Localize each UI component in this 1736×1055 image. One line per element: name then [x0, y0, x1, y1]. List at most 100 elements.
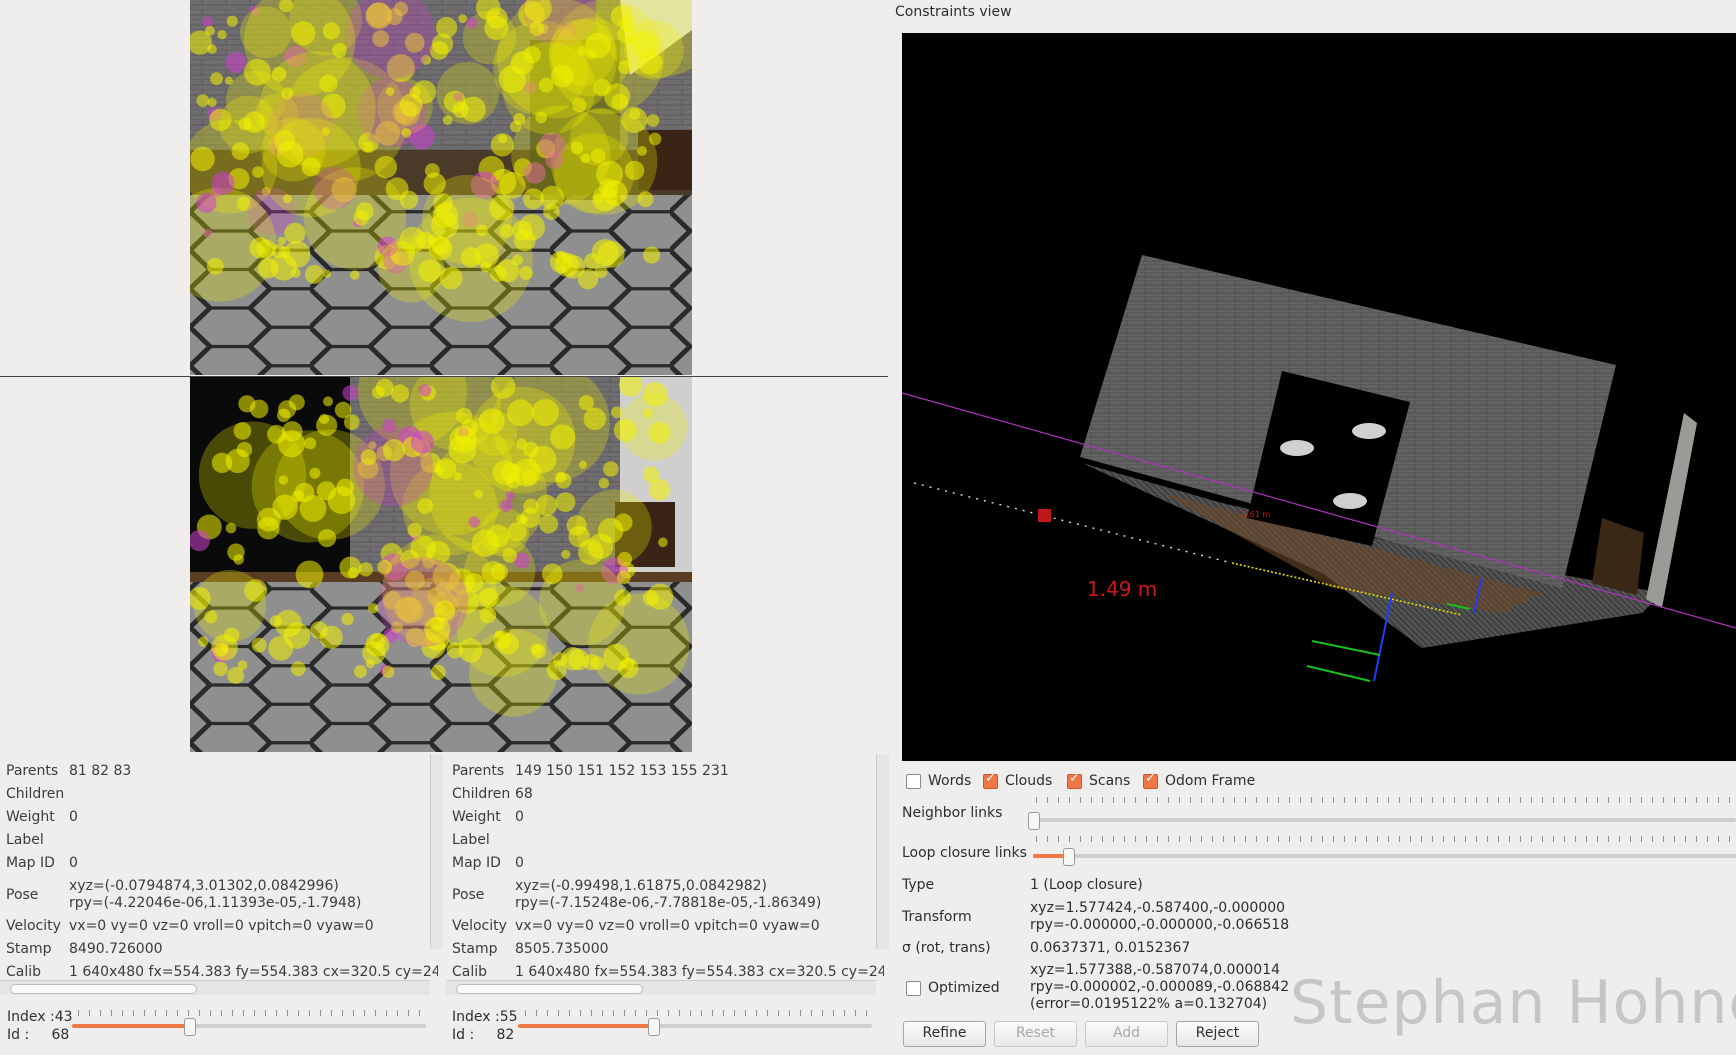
children-label: Children: [452, 786, 511, 802]
feature-marker: [446, 642, 463, 659]
odom-frame-checkbox[interactable]: Odom Frame: [1143, 771, 1255, 789]
feature-marker: [290, 661, 306, 677]
scroll-thumb[interactable]: [456, 984, 643, 994]
feature-marker: [658, 537, 668, 548]
feature-marker: [225, 51, 247, 73]
scroll-thumb[interactable]: [10, 984, 197, 994]
feature-marker: [512, 254, 523, 266]
feature-marker: [578, 460, 588, 469]
slider-handle[interactable]: [1063, 848, 1076, 866]
feature-marker: [617, 551, 633, 567]
index-caption: Index :: [452, 1009, 500, 1025]
refine-button[interactable]: Refine: [903, 1021, 986, 1047]
feature-marker: [555, 492, 576, 512]
feature-marker: [347, 567, 359, 579]
feature-marker: [382, 665, 395, 678]
index-slider-left[interactable]: [72, 1018, 426, 1036]
index-label-right: Index :55: [452, 1009, 518, 1025]
words-checkbox[interactable]: Words: [906, 773, 971, 789]
index-slider-right[interactable]: [518, 1018, 872, 1036]
feature-marker: [460, 96, 486, 123]
feature-marker: [290, 21, 316, 46]
neighbor-links-slider[interactable]: [1028, 812, 1736, 830]
scans-checkbox[interactable]: Scans: [1067, 771, 1131, 789]
slider-handle[interactable]: [1028, 812, 1040, 830]
mapid-value: 0: [515, 855, 524, 871]
checkbox-box[interactable]: [1143, 771, 1158, 789]
add-button[interactable]: Add: [1085, 1021, 1168, 1047]
feature-marker: [603, 461, 619, 477]
feature-marker: [251, 637, 267, 653]
pose-xyz: xyz=(-0.0794874,3.01302,0.0842996): [69, 878, 339, 894]
checkbox-box[interactable]: [906, 980, 921, 996]
feature-marker: [611, 406, 623, 419]
slider-ticks: [78, 1010, 424, 1016]
feature-marker: [365, 632, 390, 657]
optimized-xyz: xyz=1.577388,-0.587074,0.000014: [1030, 962, 1281, 978]
sigma-value: 0.0637371, 0.0152367: [1030, 940, 1191, 956]
reset-button[interactable]: Reset: [994, 1021, 1077, 1047]
feature-marker: [516, 514, 526, 524]
clouds-checkbox[interactable]: Clouds: [983, 771, 1053, 789]
feature-marker: [561, 549, 571, 559]
checkbox-box[interactable]: [906, 773, 921, 789]
feature-marker: [322, 22, 340, 40]
pose-xyz: xyz=(-0.99498,1.61875,0.0842982): [515, 878, 768, 894]
info-right-vertical-scrollbar[interactable]: [876, 754, 889, 949]
weight-label: Weight: [452, 809, 501, 825]
transform-label: Transform: [902, 909, 972, 925]
feature-marker: [390, 384, 410, 403]
feature-marker: [456, 407, 473, 425]
feature-marker: [598, 477, 610, 489]
feature-marker: [292, 490, 305, 503]
checkbox-label: Scans: [1089, 773, 1131, 789]
pose-rpy: rpy=(-7.15248e-06,-7.78818e-05,-1.86349): [515, 895, 822, 911]
stamp-value: 8490.726000: [69, 941, 163, 957]
feature-marker: [257, 257, 279, 279]
feature-marker: [309, 467, 321, 479]
info-right-horizontal-scrollbar[interactable]: [446, 980, 876, 995]
feature-marker: [583, 407, 606, 430]
reject-button[interactable]: Reject: [1176, 1021, 1259, 1047]
feature-marker: [596, 160, 623, 188]
loop-closure-links-slider[interactable]: [1033, 848, 1736, 866]
feature-marker: [546, 660, 567, 681]
optimized-checkbox[interactable]: Optimized: [906, 980, 1000, 996]
constraints-3d-view[interactable]: 1.49 m 2.61 m: [902, 33, 1736, 761]
calib-value: 1 640x480 fx=554.383 fy=554.383 cx=320.5…: [515, 964, 884, 980]
weight-label: Weight: [6, 809, 55, 825]
feature-marker: [196, 94, 210, 107]
feature-marker: [269, 615, 282, 628]
checkbox-label: Optimized: [928, 980, 1000, 996]
feature-marker: [519, 266, 533, 280]
feature-marker: [211, 171, 235, 195]
feature-marker: [543, 203, 560, 220]
feature-marker: [319, 625, 343, 649]
feature-marker: [531, 644, 546, 659]
feature-marker: [190, 146, 215, 172]
feature-marker: [613, 418, 637, 442]
slider-handle[interactable]: [647, 1018, 660, 1036]
loop-closure-links-label: Loop closure links: [902, 845, 1027, 861]
node-info-panel-left[interactable]: Parents 81 82 83 Children Weight 0 Label…: [0, 754, 438, 994]
feature-marker: [454, 426, 472, 444]
feature-marker: [209, 108, 232, 131]
info-left-horizontal-scrollbar[interactable]: [0, 980, 430, 995]
node-info-panel-right[interactable]: Parents 149 150 151 152 153 155 231 Chil…: [446, 754, 884, 994]
feature-marker: [210, 72, 223, 86]
feature-marker: [499, 499, 513, 512]
info-left-vertical-scrollbar[interactable]: [430, 754, 443, 949]
feature-marker: [202, 16, 213, 27]
transform-rpy: rpy=-0.000000,-0.000000,-0.066518: [1030, 917, 1290, 933]
checkbox-label: Clouds: [1005, 773, 1053, 789]
checkbox-label: Words: [928, 773, 972, 789]
feature-marker: [317, 529, 337, 548]
slider-ticks: [525, 1010, 871, 1016]
checkbox-box[interactable]: [1067, 771, 1082, 789]
pose-label: Pose: [452, 887, 485, 903]
camera-image-top: [190, 0, 692, 375]
id-value: 68: [51, 1027, 70, 1043]
checkbox-box[interactable]: [983, 771, 998, 789]
slider-handle[interactable]: [183, 1018, 196, 1036]
label-label: Label: [452, 832, 490, 848]
